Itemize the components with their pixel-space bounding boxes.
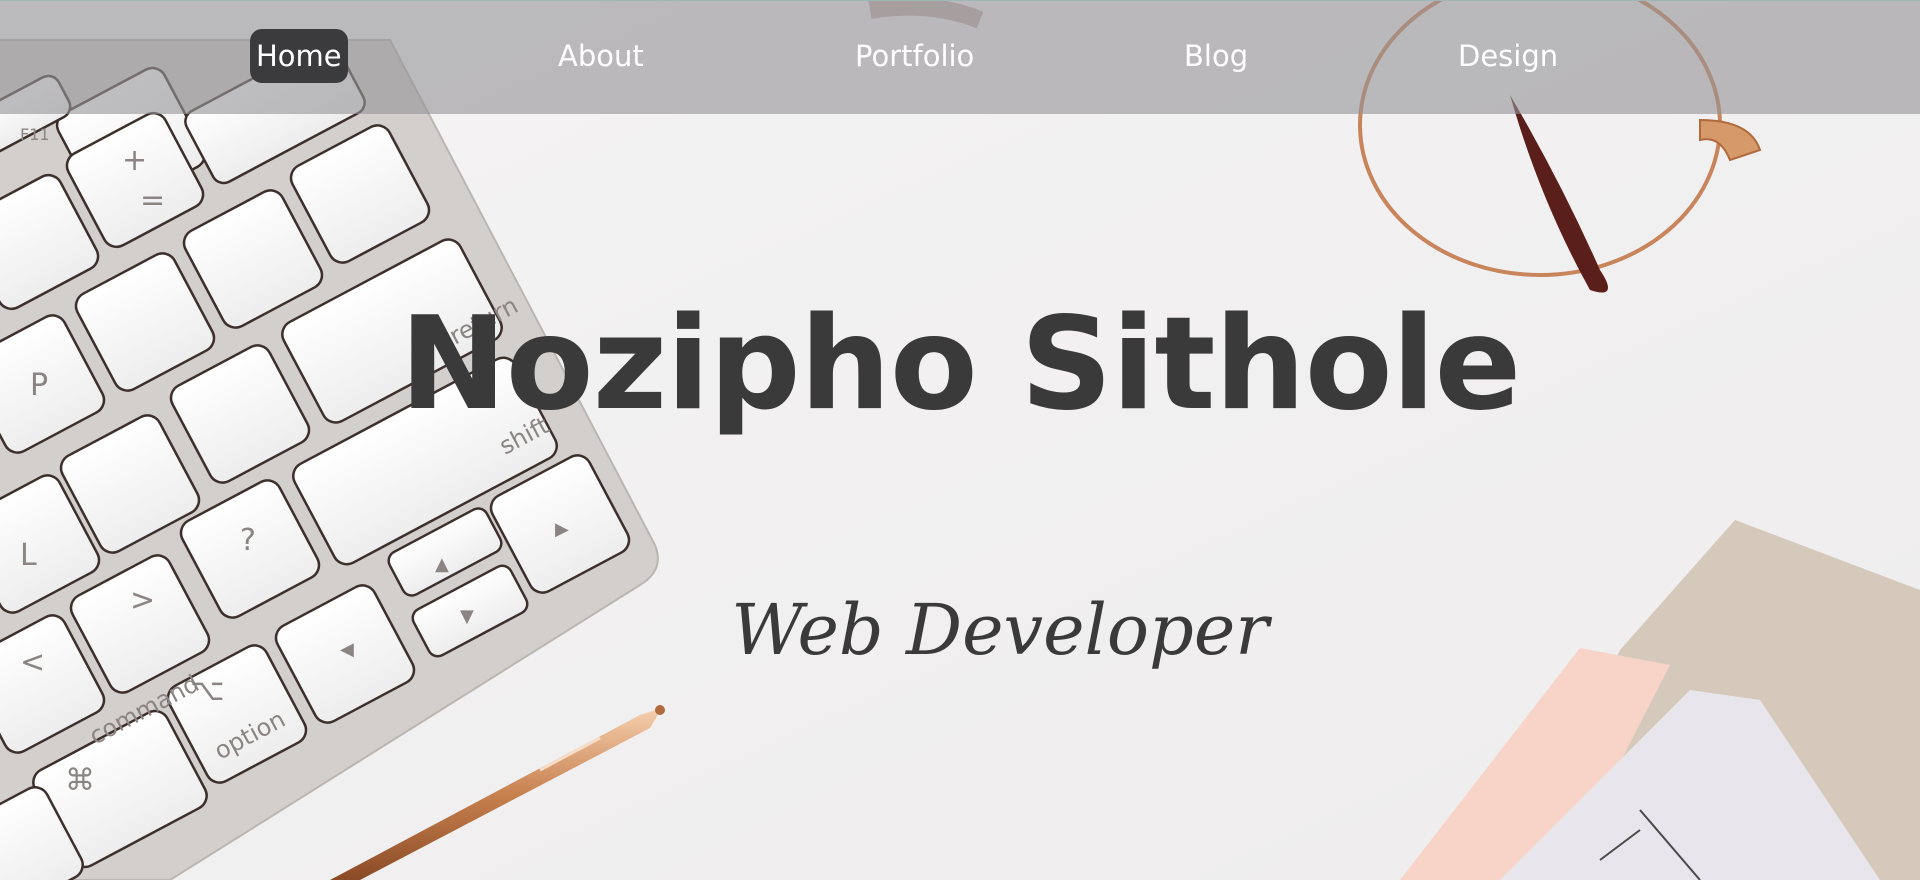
hero-role-subtitle: Web Developer [731, 589, 1269, 671]
svg-text:⌥: ⌥ [190, 673, 225, 708]
hero-name-heading: Nozipho Sithole [399, 290, 1522, 439]
svg-text:F11: F11 [20, 125, 50, 144]
svg-text:=: = [140, 183, 165, 218]
svg-text:⌘: ⌘ [65, 763, 95, 798]
svg-text:▲: ▲ [435, 554, 449, 575]
nav-blog-link[interactable]: Blog [1178, 29, 1254, 83]
nav-design-link[interactable]: Design [1452, 29, 1564, 83]
nav-about-link[interactable]: About [552, 29, 650, 83]
nav-portfolio-link[interactable]: Portfolio [849, 29, 980, 83]
hero-background-image: return shift command option P L + = ? > … [0, 0, 1920, 880]
svg-text:?: ? [240, 523, 256, 558]
svg-text:L: L [20, 538, 37, 573]
svg-text:▶: ▶ [555, 519, 569, 540]
top-navbar: Home About Portfolio Blog Design [0, 0, 1920, 114]
hero-section: return shift command option P L + = ? > … [0, 0, 1920, 880]
svg-text:+: + [122, 143, 147, 178]
nav-home-link[interactable]: Home [250, 29, 348, 83]
